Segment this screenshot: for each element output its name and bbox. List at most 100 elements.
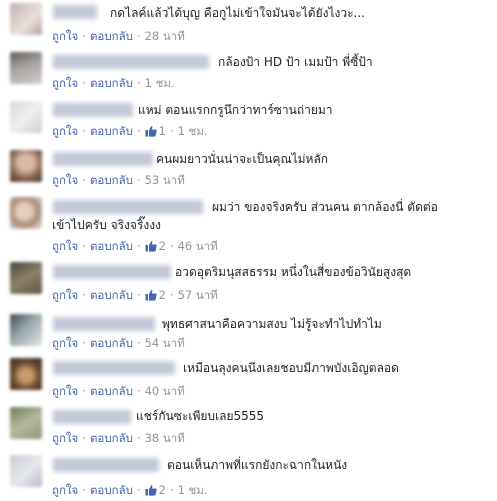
comment-text: ผมว่า ของจริงครับ ส่วนคน ตากล้องนี่ ตัดต… <box>212 200 438 214</box>
reply-link[interactable]: ตอบกลับ <box>90 124 133 138</box>
like-count[interactable]: 2 <box>145 239 166 253</box>
separator-dot: · <box>136 336 141 350</box>
separator-dot: · <box>169 288 174 302</box>
commenter-name[interactable] <box>53 152 153 166</box>
like-link[interactable]: ถูกใจ <box>52 288 78 302</box>
reply-link[interactable]: ตอบกลับ <box>90 336 133 350</box>
timestamp[interactable]: 54 นาที <box>145 336 185 350</box>
separator-dot: · <box>136 384 141 398</box>
separator-dot: · <box>82 431 86 445</box>
comment-meta: ถูกใจ · ตอบกลับ · 1 ชม. <box>52 75 175 91</box>
like-link[interactable]: ถูกใจ <box>52 29 78 43</box>
timestamp[interactable]: 1 ชม. <box>178 124 208 138</box>
avatar[interactable] <box>10 358 42 390</box>
reply-link[interactable]: ตอบกลับ <box>90 288 133 302</box>
avatar[interactable] <box>10 314 42 346</box>
avatar[interactable] <box>10 455 42 487</box>
comment-text: กล้องป้า HD ป้า เมมป้า พี่ซี้ป้า <box>218 55 373 69</box>
avatar[interactable] <box>10 101 42 133</box>
commenter-name[interactable] <box>53 5 97 19</box>
comment-meta: ถูกใจ · ตอบกลับ · 54 นาที <box>52 335 185 351</box>
like-link[interactable]: ถูกใจ <box>52 336 78 350</box>
commenter-name[interactable] <box>53 361 175 375</box>
reply-link[interactable]: ตอบกลับ <box>90 239 133 253</box>
comment-text: เหมือนลุงคนนึงเลยชอบมีภาพบังเอิญตลอด <box>183 361 399 375</box>
commenter-name[interactable] <box>53 103 133 117</box>
separator-dot: · <box>82 124 86 138</box>
thumbs-up-icon <box>145 290 157 301</box>
separator-dot: · <box>136 124 141 138</box>
comment-text: อวดอุตริมนุสสธรรม หนึ่งในสี่ของข้อวินัยส… <box>175 265 412 279</box>
like-link[interactable]: ถูกใจ <box>52 483 78 497</box>
comment-meta: ถูกใจ · ตอบกลับ · 40 นาที <box>52 383 185 399</box>
commenter-name[interactable] <box>53 458 159 472</box>
separator-dot: · <box>169 239 174 253</box>
avatar[interactable] <box>10 52 42 84</box>
separator-dot: · <box>169 483 174 497</box>
comment-meta: ถูกใจ · ตอบกลับ · 1 · 1 ชม. <box>52 123 208 139</box>
comment-meta: ถูกใจ · ตอบกลับ · 28 นาที <box>52 28 185 44</box>
like-count-value: 1 <box>158 124 166 138</box>
separator-dot: · <box>136 76 141 90</box>
timestamp[interactable]: 28 นาที <box>145 29 185 43</box>
commenter-name[interactable] <box>53 317 155 331</box>
comment-meta: ถูกใจ · ตอบกลับ · 2 · 1 ชม. <box>52 482 208 498</box>
timestamp[interactable]: 38 นาที <box>145 431 185 445</box>
like-count-value: 2 <box>158 288 166 302</box>
reply-link[interactable]: ตอบกลับ <box>90 483 133 497</box>
timestamp[interactable]: 57 นาที <box>178 288 218 302</box>
separator-dot: · <box>82 336 86 350</box>
reply-link[interactable]: ตอบกลับ <box>90 384 133 398</box>
separator-dot: · <box>82 76 86 90</box>
avatar[interactable] <box>10 3 42 35</box>
reply-link[interactable]: ตอบกลับ <box>90 173 133 187</box>
timestamp[interactable]: 53 นาที <box>145 173 185 187</box>
comment-text: คนผมยาวนั่นน่าจะเป็นคุณไม่หลัก <box>156 152 329 166</box>
avatar[interactable] <box>10 262 42 294</box>
comment-meta: ถูกใจ · ตอบกลับ · 2 · 57 นาที <box>52 287 218 303</box>
commenter-name[interactable] <box>53 55 209 69</box>
reply-link[interactable]: ตอบกลับ <box>90 431 133 445</box>
separator-dot: · <box>136 239 141 253</box>
separator-dot: · <box>82 483 86 497</box>
reply-link[interactable]: ตอบกลับ <box>90 29 133 43</box>
like-link[interactable]: ถูกใจ <box>52 173 78 187</box>
like-count[interactable]: 1 <box>145 124 166 138</box>
separator-dot: · <box>169 124 174 138</box>
commenter-name[interactable] <box>53 265 171 279</box>
like-count[interactable]: 2 <box>145 483 166 497</box>
timestamp[interactable]: 46 นาที <box>178 239 218 253</box>
comment-list: กดไลค์แล้วได้บุญ คือกูไม่เข้าใจมันจะได้ย… <box>0 0 497 501</box>
thumbs-up-icon <box>145 485 157 496</box>
comment-text: แหม่ ตอนแรกกรูนึกว่าทาร์ซานถ่ายมา <box>138 103 333 117</box>
avatar[interactable] <box>10 407 42 439</box>
thumbs-up-icon <box>145 241 157 252</box>
like-link[interactable]: ถูกใจ <box>52 431 78 445</box>
timestamp[interactable]: 1 ชม. <box>178 483 208 497</box>
timestamp[interactable]: 1 ชม. <box>145 76 175 90</box>
comment-text: กดไลค์แล้วได้บุญ คือกูไม่เข้าใจมันจะได้ย… <box>110 6 365 20</box>
separator-dot: · <box>136 173 141 187</box>
comment-text: ตอนเห็นภาพที่แรกยังกะฉากในหนัง <box>167 458 348 472</box>
comment-text: แชร์กันซะเพียบเลย5555 <box>136 409 265 423</box>
like-link[interactable]: ถูกใจ <box>52 76 78 90</box>
separator-dot: · <box>82 239 86 253</box>
separator-dot: · <box>82 384 86 398</box>
like-link[interactable]: ถูกใจ <box>52 239 78 253</box>
separator-dot: · <box>136 29 141 43</box>
avatar[interactable] <box>10 197 42 229</box>
commenter-name[interactable] <box>53 200 203 214</box>
like-link[interactable]: ถูกใจ <box>52 124 78 138</box>
thumbs-up-icon <box>145 126 157 137</box>
comment-text-continued: เข้าไปครับ จริงจริ๊งงง <box>52 218 161 232</box>
like-link[interactable]: ถูกใจ <box>52 384 78 398</box>
commenter-name[interactable] <box>53 410 131 424</box>
comment-meta: ถูกใจ · ตอบกลับ · 38 นาที <box>52 430 185 446</box>
like-count[interactable]: 2 <box>145 288 166 302</box>
avatar[interactable] <box>10 150 42 182</box>
reply-link[interactable]: ตอบกลับ <box>90 76 133 90</box>
separator-dot: · <box>82 29 86 43</box>
timestamp[interactable]: 40 นาที <box>145 384 185 398</box>
separator-dot: · <box>82 288 86 302</box>
separator-dot: · <box>82 173 86 187</box>
